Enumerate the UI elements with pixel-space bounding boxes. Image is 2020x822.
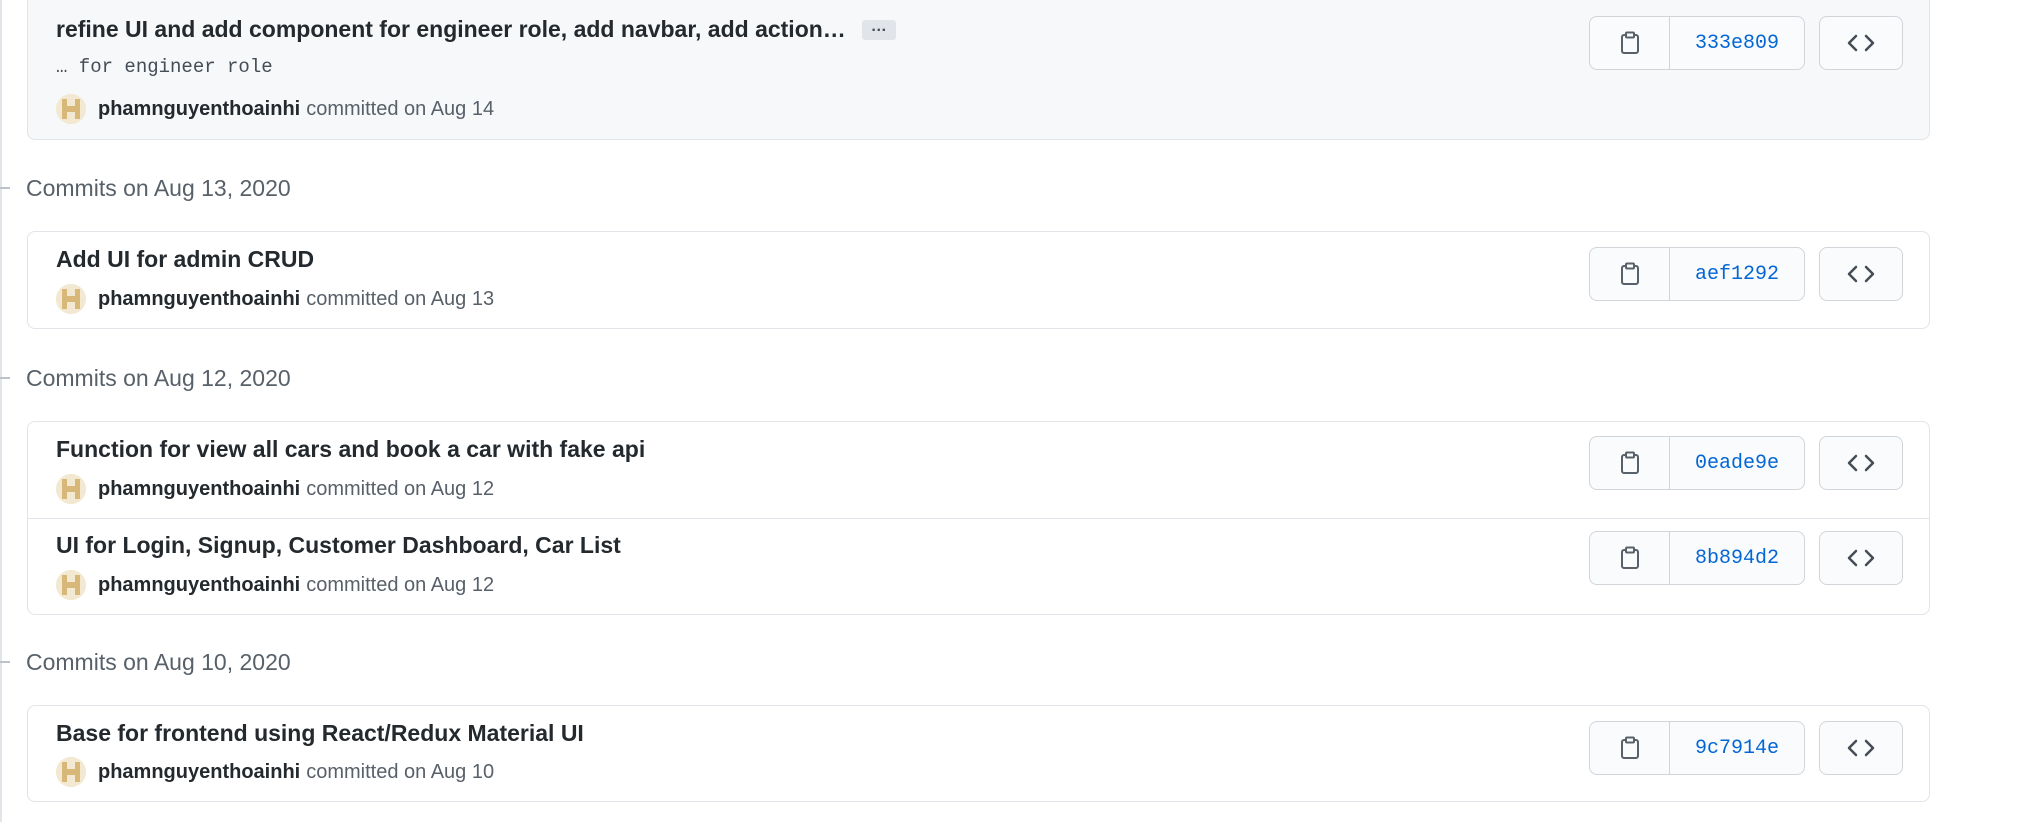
commit-title-line: Add UI for admin CRUD	[56, 246, 314, 273]
commit-date: committed on Aug 14	[306, 97, 495, 120]
commit-actions: 333e809	[1589, 16, 1903, 70]
commit-sha-link[interactable]: 9c7914e	[1670, 722, 1804, 774]
code-icon	[1847, 549, 1875, 567]
commit-title-line: UI for Login, Signup, Customer Dashboard…	[56, 532, 621, 559]
commit-sha-link[interactable]: 0eade9e	[1670, 437, 1804, 489]
timeline-dot	[0, 377, 10, 379]
commit-meta: phamnguyenthoainhi committed on Aug 14	[56, 94, 494, 124]
copy-sha-button[interactable]	[1590, 17, 1670, 69]
commit-actions: aef1292	[1589, 247, 1903, 301]
identicon-icon	[56, 570, 86, 600]
commit-date: committed on Aug 12	[306, 477, 495, 500]
timeline-line	[0, 0, 2, 822]
browse-repo-button[interactable]	[1819, 531, 1903, 585]
commit-group-box: Add UI for admin CRUD phamnguyenthoainhi…	[27, 231, 1930, 329]
commit-group-heading: Commits on Aug 13, 2020	[0, 168, 291, 208]
commit-sha-link[interactable]: 333e809	[1670, 17, 1804, 69]
commit-author-link[interactable]: phamnguyenthoainhi	[98, 98, 300, 121]
commit-title-line: refine UI and add component for engineer…	[56, 16, 896, 43]
commit-group-box: Base for frontend using React/Redux Mate…	[27, 705, 1930, 802]
browse-repo-button[interactable]	[1819, 16, 1903, 70]
expand-description-button[interactable]: …	[861, 18, 896, 40]
copy-sha-button[interactable]	[1590, 532, 1670, 584]
commit-title-line: Function for view all cars and book a ca…	[56, 436, 645, 463]
code-icon	[1847, 739, 1875, 757]
commit-sha-link[interactable]: 8b894d2	[1670, 532, 1804, 584]
commit-group-box: refine UI and add component for engineer…	[27, 0, 1930, 140]
commit-meta: phamnguyenthoainhi committed on Aug 13	[56, 284, 494, 314]
clipboard-icon	[1620, 546, 1639, 569]
commit-message-link[interactable]: Add UI for admin CRUD	[56, 246, 314, 273]
commit-meta: phamnguyenthoainhi committed on Aug 10	[56, 757, 494, 787]
clipboard-icon	[1620, 451, 1639, 474]
identicon-icon	[56, 757, 86, 787]
avatar[interactable]	[56, 570, 86, 600]
avatar[interactable]	[56, 757, 86, 787]
copy-sha-button[interactable]	[1590, 437, 1670, 489]
commits-timeline: refine UI and add component for engineer…	[0, 0, 2020, 822]
browse-repo-button[interactable]	[1819, 721, 1903, 775]
commit-row: Function for view all cars and book a ca…	[28, 422, 1929, 518]
commit-sha-link[interactable]: aef1292	[1670, 248, 1804, 300]
commit-row: refine UI and add component for engineer…	[28, 0, 1929, 139]
code-icon	[1847, 454, 1875, 472]
commit-description: … for engineer role	[56, 56, 273, 78]
browse-repo-button[interactable]	[1819, 247, 1903, 301]
copy-sha-button[interactable]	[1590, 248, 1670, 300]
avatar[interactable]	[56, 474, 86, 504]
commit-actions: 0eade9e	[1589, 436, 1903, 490]
avatar[interactable]	[56, 94, 86, 124]
commit-date: committed on Aug 10	[306, 760, 495, 783]
sha-button-group: 0eade9e	[1589, 436, 1805, 490]
commit-author-link[interactable]: phamnguyenthoainhi	[98, 288, 300, 311]
commit-row: Base for frontend using React/Redux Mate…	[28, 706, 1929, 801]
timeline-dot	[0, 187, 10, 189]
commit-group-title: Commits on Aug 13, 2020	[26, 174, 291, 201]
identicon-icon	[56, 474, 86, 504]
commit-author-link[interactable]: phamnguyenthoainhi	[98, 761, 300, 784]
code-icon	[1847, 34, 1875, 52]
commit-group-title: Commits on Aug 12, 2020	[26, 364, 291, 391]
commit-actions: 9c7914e	[1589, 721, 1903, 775]
code-icon	[1847, 265, 1875, 283]
commit-group-heading: Commits on Aug 12, 2020	[0, 358, 291, 398]
sha-button-group: 9c7914e	[1589, 721, 1805, 775]
avatar[interactable]	[56, 284, 86, 314]
commit-title-line: Base for frontend using React/Redux Mate…	[56, 720, 584, 747]
sha-button-group: 8b894d2	[1589, 531, 1805, 585]
commit-meta: phamnguyenthoainhi committed on Aug 12	[56, 474, 494, 504]
clipboard-icon	[1620, 262, 1639, 285]
commit-date: committed on Aug 13	[306, 287, 495, 310]
clipboard-icon	[1620, 736, 1639, 759]
commit-message-link[interactable]: Base for frontend using React/Redux Mate…	[56, 720, 584, 747]
commit-message-link[interactable]: UI for Login, Signup, Customer Dashboard…	[56, 532, 621, 559]
commit-group-title: Commits on Aug 10, 2020	[26, 648, 291, 675]
commit-message-link[interactable]: Function for view all cars and book a ca…	[56, 436, 645, 463]
identicon-icon	[56, 284, 86, 314]
commit-author-link[interactable]: phamnguyenthoainhi	[98, 478, 300, 501]
sha-button-group: 333e809	[1589, 16, 1805, 70]
browse-repo-button[interactable]	[1819, 436, 1903, 490]
clipboard-icon	[1620, 31, 1639, 54]
sha-button-group: aef1292	[1589, 247, 1805, 301]
timeline-dot	[0, 661, 10, 663]
commit-author-link[interactable]: phamnguyenthoainhi	[98, 574, 300, 597]
commit-meta: phamnguyenthoainhi committed on Aug 12	[56, 570, 494, 600]
commit-actions: 8b894d2	[1589, 531, 1903, 585]
copy-sha-button[interactable]	[1590, 722, 1670, 774]
commit-row: Add UI for admin CRUD phamnguyenthoainhi…	[28, 232, 1929, 328]
commit-message-link[interactable]: refine UI and add component for engineer…	[56, 16, 846, 43]
commit-group-box: Function for view all cars and book a ca…	[27, 421, 1930, 615]
commit-date: committed on Aug 12	[306, 573, 495, 596]
commit-row: UI for Login, Signup, Customer Dashboard…	[28, 518, 1929, 613]
commit-group-heading: Commits on Aug 10, 2020	[0, 642, 291, 682]
identicon-icon	[56, 94, 86, 124]
